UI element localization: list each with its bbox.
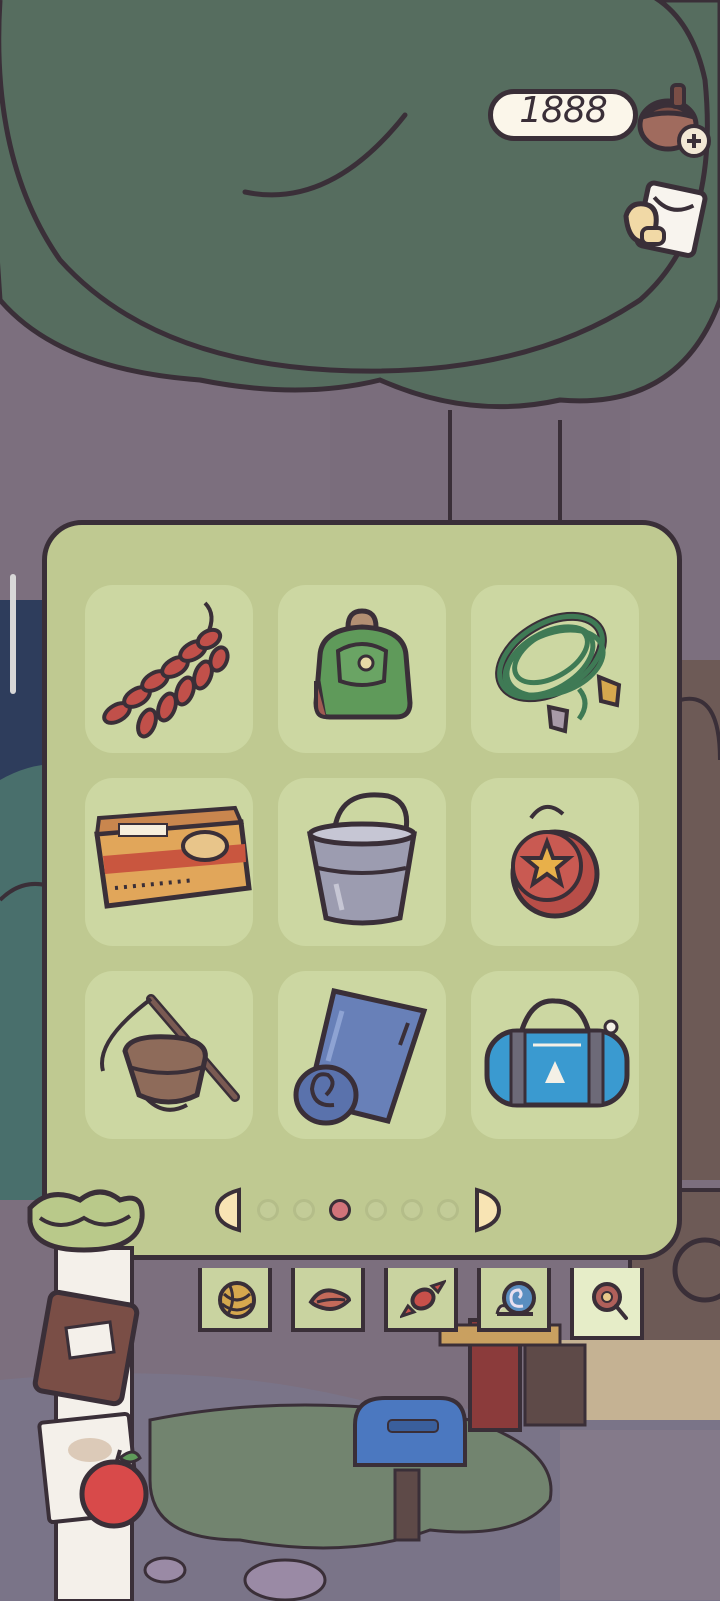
rope-icon [495,611,622,734]
bag-icon [484,998,630,1108]
slot-metal-bucket[interactable] [278,778,446,946]
tab-yarn[interactable] [198,1268,272,1332]
slot-duffel-bag[interactable] [471,971,639,1139]
basket-icon [100,994,240,1112]
tab-toys[interactable] [570,1268,644,1340]
tab-snail[interactable] [477,1268,551,1332]
leaf-icon [308,1288,352,1311]
category-tabs [198,1268,658,1340]
yoyo-tab-icon [592,1282,628,1320]
letter-icon[interactable] [620,180,710,258]
candy-icon [400,1279,446,1319]
side-item-stack [27,1189,149,1601]
slot-sleeping-mat[interactable] [278,971,446,1139]
inventory-panel [42,520,682,1260]
page-dot[interactable] [365,1199,387,1221]
slot-fishing-basket[interactable] [85,971,253,1139]
tab-candy[interactable] [384,1268,458,1332]
page-dot[interactable] [257,1199,279,1221]
page-indicator [213,1186,513,1234]
backpack-icon [313,608,413,720]
slot-climbing-rope[interactable] [471,585,639,753]
mat-icon [293,988,428,1126]
edge-handle[interactable] [10,574,16,694]
page-dot-active[interactable] [329,1199,351,1221]
journal-icon[interactable] [32,1289,140,1407]
next-page-arrow-icon[interactable] [473,1186,503,1234]
yarn-icon [218,1281,256,1319]
tab-leaf[interactable] [291,1268,365,1332]
prev-page-arrow-icon[interactable] [213,1186,243,1234]
bucket-icon [306,792,417,926]
acorn-icon [637,83,711,158]
sausage-icon [102,601,230,739]
snail-icon [495,1281,536,1316]
acorn-count: 1888 [519,90,608,131]
slot-green-backpack[interactable] [278,585,446,753]
acorn-currency[interactable]: 1888 [488,83,711,158]
yoyo-icon [510,805,600,919]
slot-snack-box[interactable] [85,778,253,946]
slot-star-yoyo[interactable] [471,778,639,946]
page-dot[interactable] [401,1199,423,1221]
box-icon [94,805,252,909]
page-dot[interactable] [293,1199,315,1221]
page-dot[interactable] [437,1199,459,1221]
slot-dried-sausages[interactable] [85,585,253,753]
